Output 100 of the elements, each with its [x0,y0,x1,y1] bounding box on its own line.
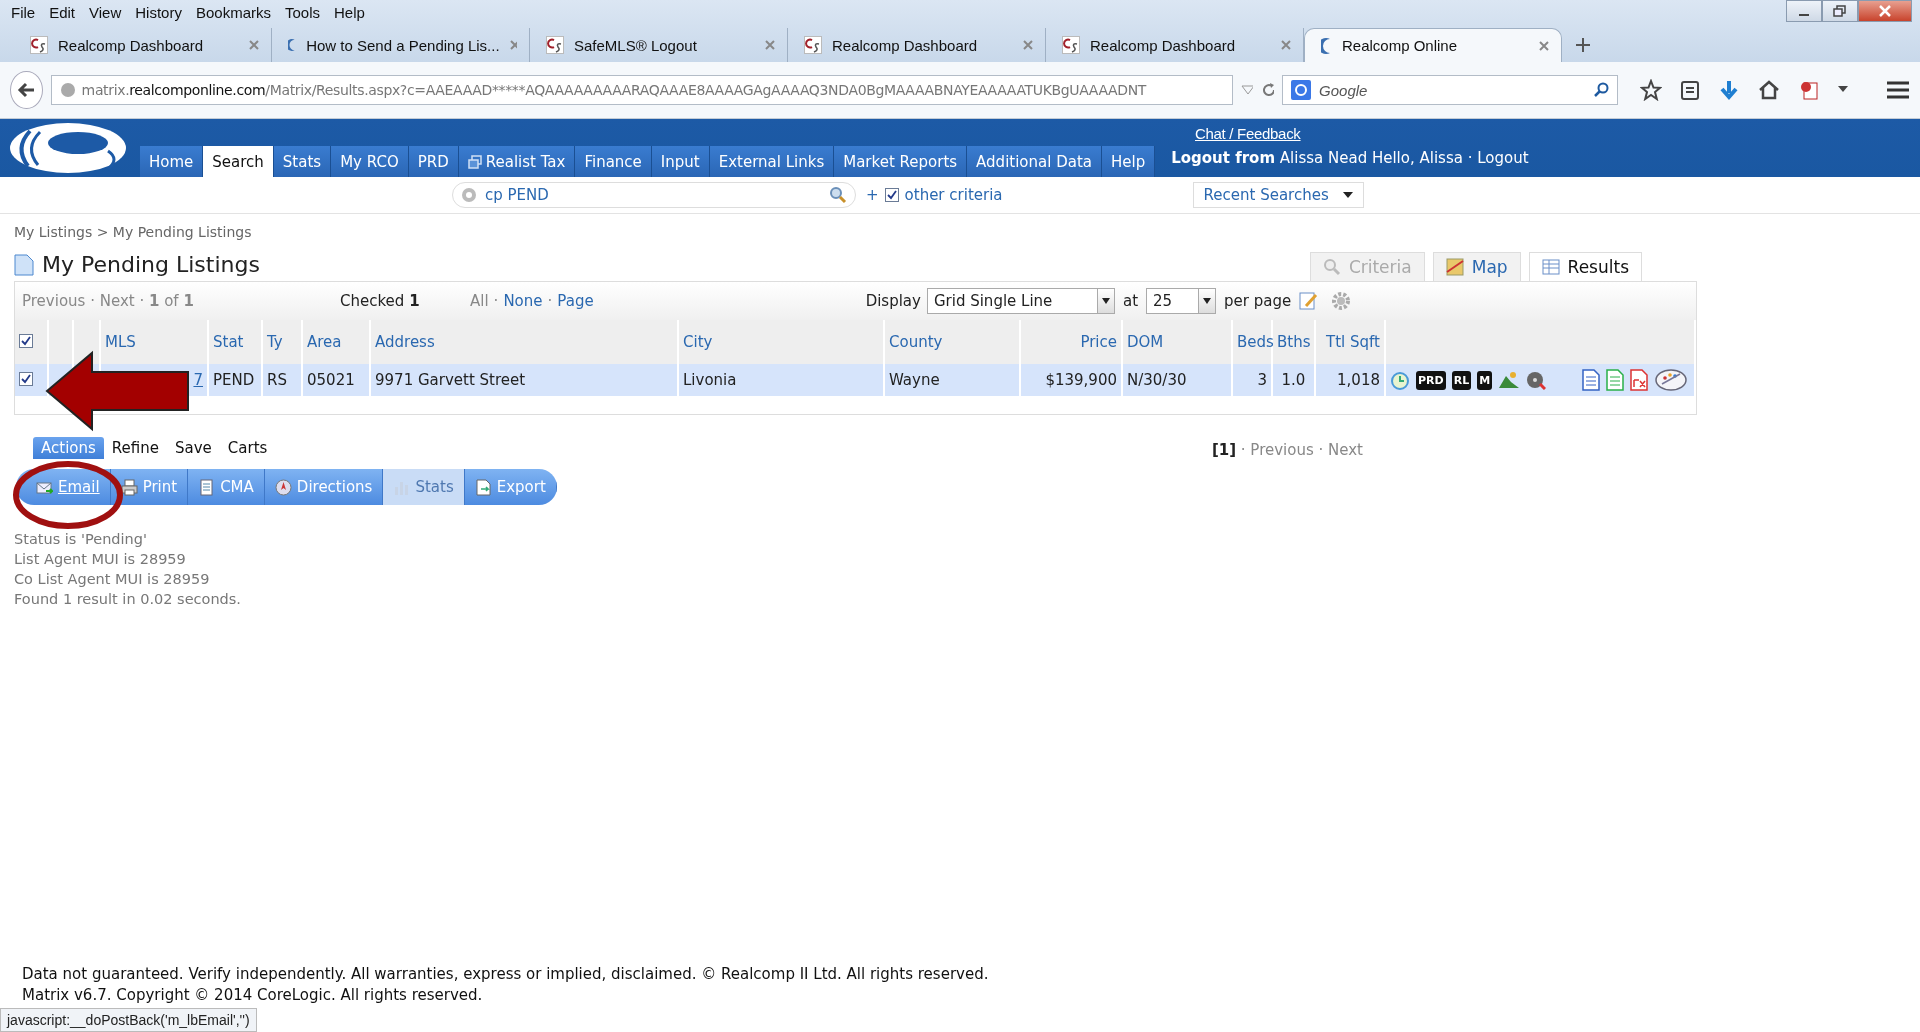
new-tab-icon[interactable] [1576,38,1590,52]
column-header[interactable]: DOM [1127,333,1164,351]
action-tab[interactable]: Save [166,437,220,459]
search-icon[interactable] [829,186,847,204]
column-header[interactable]: Address [375,333,435,351]
close-icon[interactable] [1539,40,1549,51]
select-all-link[interactable]: All [470,292,489,310]
nav-tab[interactable]: Help [1102,146,1156,177]
badge-icon[interactable]: PRD [1416,370,1446,390]
back-icon [17,82,36,98]
star-icon[interactable] [1640,79,1662,101]
nav-tab[interactable]: PRD [408,146,459,177]
mls-link[interactable]: 7 [193,371,203,389]
action-button[interactable]: CMA [188,469,265,505]
view-tab[interactable]: Results [1528,252,1642,281]
pager-links[interactable]: · Previous · Next [1240,441,1363,459]
close-icon[interactable] [509,40,517,50]
fx-document-icon[interactable] [1630,369,1649,391]
back-button[interactable] [10,71,43,109]
minimize-button[interactable] [1786,0,1822,22]
alarm-clock-icon[interactable] [1390,370,1410,390]
compass-icon [274,478,292,496]
display-select[interactable]: Grid Single Line [926,288,1115,314]
action-tab[interactable]: Carts [219,437,276,459]
other-criteria-link[interactable]: other criteria [904,186,1003,204]
home-icon[interactable] [1758,79,1780,101]
badge-icon[interactable]: RL [1451,370,1472,390]
column-header[interactable]: County [889,333,943,351]
menu-item[interactable]: Help [327,3,372,21]
badge-icon[interactable]: M [1477,370,1493,390]
close-icon[interactable] [765,40,775,50]
separator: · [493,292,499,310]
select-none-link[interactable]: None [503,292,543,310]
column-header[interactable]: MLS [105,333,136,351]
checkbox[interactable] [19,372,33,386]
menu-item[interactable]: File [4,3,43,21]
landscape-icon[interactable] [1498,370,1521,390]
action-button[interactable]: Export [464,469,557,505]
close-icon[interactable] [1023,40,1033,50]
clipboard-icon[interactable] [1680,79,1700,101]
action-tab[interactable]: Actions [33,437,104,459]
at-label: at [1122,292,1138,310]
printer-icon [120,478,138,496]
nav-tab[interactable]: Realist Tax [458,146,576,177]
nav-tab[interactable]: Home [140,146,204,177]
checkbox[interactable] [884,188,899,202]
nav-tab[interactable]: Additional Data [967,146,1102,177]
view-tab[interactable]: Map [1432,252,1521,281]
crescent-icon [288,37,297,53]
close-icon[interactable] [1281,40,1291,50]
nav-tab[interactable]: Search [203,146,274,177]
chat-feedback-link[interactable]: Chat / Feedback [1195,125,1301,142]
restore-button[interactable] [1822,0,1858,22]
menu-item[interactable]: History [128,3,189,21]
search-engine-icon [1291,80,1312,100]
dropdown-icon[interactable] [1838,86,1848,94]
nav-tab[interactable]: Market Reports [834,146,968,177]
current-page: [1] [1211,441,1237,459]
column-header[interactable]: Ty [267,333,283,351]
menu-item[interactable]: Tools [278,3,327,21]
nav-tab[interactable]: Input [651,146,710,177]
address-field[interactable]: matrix.realcomponline.com/Matrix/Results.aspx?c=AAEAAAD*****AQAAAAAAAAARAQAAAE8AAAAGAgAAAAQ3NDA0BgMAAAABNAYEAAAAATUKBgUAAAADNT [50,75,1233,105]
document-icon[interactable] [1798,79,1820,101]
action-tab[interactable]: Refine [103,437,167,459]
caret-icon [1342,192,1353,198]
close-button[interactable] [1858,0,1912,22]
document-icon[interactable] [1606,369,1625,391]
cs-icon [546,36,564,54]
nav-tab[interactable]: My RCO [331,146,409,177]
menu-item[interactable]: Edit [42,3,83,21]
nav-tab[interactable]: Finance [575,146,652,177]
nav-tab[interactable]: Stats [273,146,332,177]
checked-count: Checked 1 [340,292,421,310]
table-cell: 1,018 [1337,371,1380,389]
palette-icon[interactable] [1654,367,1689,393]
menu-item[interactable]: View [82,3,129,21]
menu-icon[interactable] [1886,80,1910,100]
column-header[interactable]: Price [1080,333,1117,351]
per-page-select[interactable]: 25 [1146,288,1216,314]
reload-icon[interactable] [1260,82,1275,98]
search-icon[interactable] [1593,82,1609,98]
browser-tab[interactable]: Realcomp Online [1304,28,1562,62]
recent-searches-dropdown[interactable]: Recent Searches [1192,182,1364,208]
checkbox[interactable] [19,334,33,348]
nav-tab[interactable]: External Links [709,146,835,177]
criteria-line: Found 1 result in 0.02 seconds. [14,590,242,609]
close-icon[interactable] [249,40,259,50]
page-title: My Pending Listings [42,252,260,277]
display-label: Display [865,292,921,310]
document-icon[interactable] [1582,369,1601,391]
select-page-link[interactable]: Page [557,292,594,310]
search-bar[interactable]: Google [1282,75,1618,105]
column-header[interactable]: City [683,333,713,351]
table-cell: N/30/30 [1127,371,1187,389]
download-icon[interactable] [1718,79,1740,101]
film-reel-icon[interactable] [1526,370,1547,390]
action-button[interactable]: Print [110,469,189,505]
table-cell: Livonia [683,371,737,389]
url-text: matrix.realcomponline.com/Matrix/Results.aspx?c=AAEAAAD*****AQAAAAAAAAARAQAAAE8AAAAGAgAAAAQ3NDA0BgMAAAABNAYEAAAAATUKBgUAAAADNT [81,82,1147,98]
menu-item[interactable]: Bookmarks [188,3,278,21]
